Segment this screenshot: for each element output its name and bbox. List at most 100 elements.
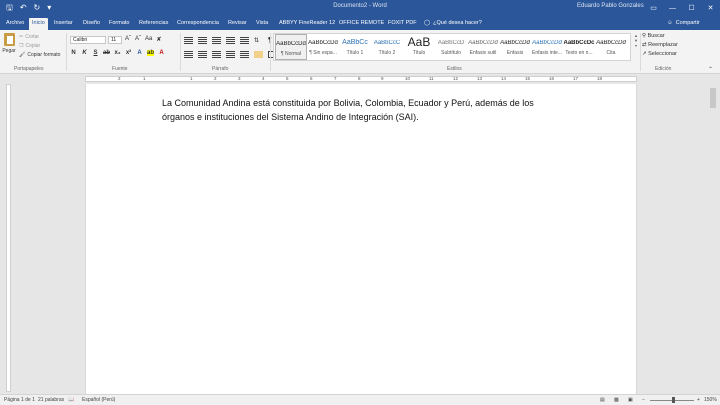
style-subtitle[interactable]: AaBbCcD Subtítulo bbox=[435, 34, 467, 60]
editing-group: ⚲ Buscar ⇄ Reemplazar ↗ Seleccionar bbox=[642, 32, 678, 59]
proofing-icon[interactable]: 📖 bbox=[68, 397, 74, 403]
style-no-spacing[interactable]: AaBbCcDd ¶ Sin espa... bbox=[307, 34, 339, 60]
language[interactable]: Español (Perú) bbox=[82, 397, 115, 403]
grow-font-icon[interactable]: Aˆ bbox=[125, 36, 131, 43]
tab-vista[interactable]: Vista bbox=[253, 18, 271, 30]
change-case-icon[interactable]: Aa bbox=[145, 36, 152, 43]
paragraph-row-2 bbox=[184, 51, 277, 58]
minimize-button[interactable]: — bbox=[663, 0, 682, 16]
tab-archivo[interactable]: Archivo bbox=[3, 18, 27, 30]
underline-button[interactable]: S bbox=[92, 50, 99, 56]
tab-referencias[interactable]: Referencias bbox=[136, 18, 171, 30]
style-normal[interactable]: AaBbCcDd ¶ Normal bbox=[275, 34, 307, 60]
group-label-styles: Estilos bbox=[447, 66, 462, 72]
paragraph-row-1: ⇅ ¶ bbox=[184, 37, 277, 44]
select-button[interactable]: ↗ Seleccionar bbox=[642, 50, 678, 59]
font-name-box[interactable]: Calibri bbox=[70, 36, 106, 44]
document-body-text[interactable]: La Comunidad Andina está constituida por… bbox=[162, 96, 562, 124]
subscript-icon[interactable]: x₂ bbox=[114, 50, 121, 56]
ruler-number: 5 bbox=[286, 76, 289, 81]
decrease-indent-icon[interactable] bbox=[226, 37, 235, 44]
user-name[interactable]: Eduardo Pablo Gonzales bbox=[577, 3, 644, 9]
tab-foxit-pdf[interactable]: FOXIT PDF bbox=[385, 18, 420, 30]
zoom-slider-thumb[interactable] bbox=[672, 397, 675, 403]
close-button[interactable]: ✕ bbox=[701, 0, 720, 16]
maximize-button[interactable]: ☐ bbox=[682, 0, 701, 16]
style-emphasis[interactable]: AaBbCcDd Énfasis bbox=[499, 34, 531, 60]
tab-formato[interactable]: Formato bbox=[106, 18, 132, 30]
print-layout-icon[interactable]: ▩ bbox=[614, 397, 619, 403]
read-mode-icon[interactable]: ▤ bbox=[600, 397, 605, 403]
ruler-number: 2 bbox=[214, 76, 217, 81]
collapse-ribbon-icon[interactable]: ⌃ bbox=[708, 66, 713, 73]
scissors-icon: ✂ bbox=[19, 34, 24, 40]
style-strong[interactable]: AaBbCcDc Texto en n... bbox=[563, 34, 595, 60]
shading-icon[interactable] bbox=[254, 51, 263, 58]
format-painter-button[interactable]: 🖌 Copiar formato bbox=[19, 51, 60, 60]
vertical-ruler[interactable] bbox=[6, 84, 11, 392]
tab-revisar[interactable]: Revisar bbox=[225, 18, 250, 30]
tab-office-remote[interactable]: OFFICE REMOTE bbox=[336, 18, 387, 30]
zoom-out-icon[interactable]: − bbox=[642, 397, 645, 403]
web-layout-icon[interactable]: ▣ bbox=[628, 397, 633, 403]
tab-inicio[interactable]: Inicio bbox=[29, 18, 48, 30]
style-sample: AaBbCcDd bbox=[500, 40, 530, 46]
style-title[interactable]: AaB Título bbox=[403, 34, 435, 60]
tell-me-box[interactable]: ◯ ¿Qué desea hacer? bbox=[424, 20, 482, 26]
replace-button[interactable]: ⇄ Reemplazar bbox=[642, 41, 678, 50]
increase-indent-icon[interactable] bbox=[240, 37, 249, 44]
zoom-in-icon[interactable]: + bbox=[697, 397, 700, 403]
style-intense-emphasis[interactable]: AaBbCcDd Énfasis inte... bbox=[531, 34, 563, 60]
style-name: Título 1 bbox=[346, 50, 364, 56]
ribbon-display-options-button[interactable]: ▭ bbox=[644, 0, 663, 16]
multilevel-list-icon[interactable] bbox=[212, 37, 221, 44]
ruler-number: 13 bbox=[477, 76, 483, 81]
tab-correspondencia[interactable]: Correspondencia bbox=[174, 18, 222, 30]
font-color-icon[interactable]: A bbox=[158, 50, 165, 56]
word-count[interactable]: 21 palabras bbox=[38, 397, 64, 403]
zoom-level[interactable]: 150% bbox=[704, 397, 717, 403]
align-right-icon[interactable] bbox=[212, 51, 221, 58]
scrollbar-thumb[interactable] bbox=[710, 88, 716, 108]
copy-button[interactable]: ❐ Copiar bbox=[19, 42, 60, 51]
vertical-scrollbar[interactable] bbox=[707, 84, 719, 394]
group-label-editing: Edición bbox=[655, 66, 672, 72]
align-left-icon[interactable] bbox=[184, 51, 193, 58]
style-heading-1[interactable]: AaBbCc Título 1 bbox=[339, 34, 371, 60]
tab-abbyy[interactable]: ABBYY FineReader 12 bbox=[276, 18, 338, 30]
paste-button[interactable]: Pegar bbox=[2, 33, 16, 63]
ruler-number: 15 bbox=[525, 76, 531, 81]
format-painter-label: Copiar formato bbox=[27, 52, 61, 58]
page-count[interactable]: Página 1 de 1 bbox=[4, 397, 35, 403]
cut-button[interactable]: ✂ Cortar bbox=[19, 33, 60, 42]
highlight-icon[interactable]: ab bbox=[147, 50, 154, 56]
strikethrough-icon[interactable]: ab bbox=[103, 50, 110, 56]
clear-format-icon[interactable]: ✘ bbox=[156, 36, 161, 43]
document-page[interactable]: La Comunidad Andina está constituida por… bbox=[85, 84, 637, 394]
bold-button[interactable]: N bbox=[70, 50, 77, 56]
tab-insertar[interactable]: Insertar bbox=[51, 18, 76, 30]
text-effects-icon[interactable]: A bbox=[136, 50, 143, 56]
italic-button[interactable]: K bbox=[81, 50, 88, 56]
numbering-icon[interactable] bbox=[198, 37, 207, 44]
sort-icon[interactable]: ⇅ bbox=[254, 37, 263, 44]
ruler-strip[interactable] bbox=[85, 76, 637, 82]
superscript-icon[interactable]: x² bbox=[125, 50, 132, 56]
align-center-icon[interactable] bbox=[198, 51, 207, 58]
share-button[interactable]: ☺ Compartir bbox=[667, 20, 700, 26]
style-subtle-emphasis[interactable]: AaBbCcDd Énfasis sutil bbox=[467, 34, 499, 60]
group-label-font: Fuente bbox=[112, 66, 128, 72]
line-spacing-icon[interactable] bbox=[240, 51, 249, 58]
tab-diseno[interactable]: Diseño bbox=[80, 18, 103, 30]
shrink-font-icon[interactable]: Aˇ bbox=[135, 36, 141, 43]
justify-icon[interactable] bbox=[226, 51, 235, 58]
style-heading-2[interactable]: AaBbCcC Título 2 bbox=[371, 34, 403, 60]
ruler-number: 4 bbox=[262, 76, 265, 81]
style-quote[interactable]: AaBbCcDd Cita bbox=[595, 34, 627, 60]
styles-gallery-scroll[interactable]: ▲ ▼ ▾ bbox=[633, 33, 639, 61]
style-name: Énfasis bbox=[506, 50, 524, 56]
find-button[interactable]: ⚲ Buscar bbox=[642, 32, 678, 41]
font-size-box[interactable]: 11 bbox=[108, 36, 122, 44]
bullets-icon[interactable] bbox=[184, 37, 193, 44]
ruler-number: 11 bbox=[429, 76, 434, 81]
